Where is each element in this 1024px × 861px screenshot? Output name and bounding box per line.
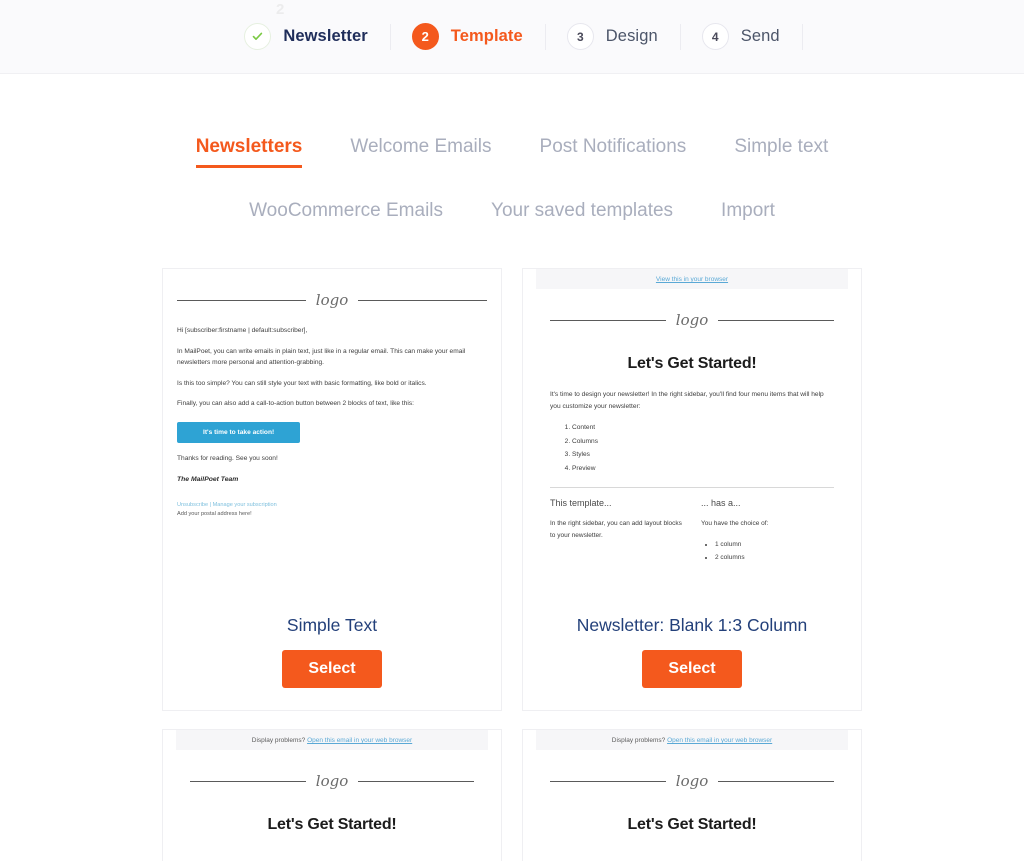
wizard-step-header: 2 Newsletter 2 Template 3 Design 4 Send: [0, 0, 1024, 74]
tab-simple-text[interactable]: Simple text: [710, 136, 852, 168]
email-top-bar: Display problems? Open this email in you…: [536, 730, 848, 750]
template-preview: logo Hi [subscriber:firstname | default:…: [163, 269, 501, 601]
divider-line-right: [358, 299, 487, 301]
email-preview-simple-text: logo Hi [subscriber:firstname | default:…: [163, 269, 501, 519]
list-item: 1 column: [715, 539, 834, 552]
email-heading: Let's Get Started!: [627, 355, 757, 372]
ghost-step-number: 2: [276, 1, 285, 18]
logo-divider: logo: [177, 269, 487, 325]
email-column-left: This template... In the right sidebar, y…: [550, 498, 683, 564]
wizard-step-label: Template: [450, 27, 523, 45]
wizard-step-design[interactable]: 3 Design: [545, 23, 680, 50]
template-card[interactable]: Display problems? Open this email in you…: [522, 729, 862, 861]
select-button[interactable]: Select: [642, 650, 742, 688]
display-problems-text: Display problems?: [251, 737, 306, 744]
email-preview-blank: Display problems? Open this email in you…: [176, 730, 488, 834]
display-problems-text: Display problems?: [611, 737, 666, 744]
list-item: Styles: [572, 448, 834, 462]
divider-line-right: [718, 780, 834, 782]
email-footer: Unsubscribe | Manage your subscription A…: [177, 501, 487, 518]
divider-line-right: [718, 319, 834, 321]
divider-line-left: [190, 780, 306, 782]
column-title: ... has a...: [701, 498, 741, 509]
check-icon: [244, 23, 272, 50]
email-paragraph: In MailPoet, you can write emails in pla…: [177, 347, 466, 367]
template-preview: Display problems? Open this email in you…: [523, 730, 861, 861]
tab-import[interactable]: Import: [697, 200, 799, 232]
tab-welcome-emails[interactable]: Welcome Emails: [326, 136, 515, 168]
template-preview: Display problems? Open this email in you…: [163, 730, 501, 861]
step-number-badge: 3: [566, 23, 594, 50]
tab-woocommerce-emails[interactable]: WooCommerce Emails: [225, 200, 467, 232]
template-card[interactable]: logo Hi [subscriber:firstname | default:…: [162, 268, 502, 711]
email-heading: Let's Get Started!: [627, 816, 757, 833]
logo-text: logo: [675, 772, 709, 790]
logo-text: logo: [315, 291, 349, 309]
logo-text: logo: [315, 772, 349, 790]
logo-divider: logo: [190, 750, 474, 806]
email-footer-link: Unsubscribe | Manage your subscription: [177, 502, 277, 509]
logo-divider: logo: [550, 750, 834, 806]
divider-line-left: [550, 319, 666, 321]
wizard-steps: Newsletter 2 Template 3 Design 4 Send: [222, 23, 801, 50]
email-preview-blank-1-3: View this in your browser logo Let's Get…: [536, 269, 848, 571]
tab-post-notifications[interactable]: Post Notifications: [516, 136, 711, 168]
template-title: Newsletter: Blank 1:3 Column: [576, 615, 808, 635]
wizard-step-send[interactable]: 4 Send: [680, 23, 802, 50]
wizard-step-template[interactable]: 2 Template: [390, 23, 545, 50]
select-button[interactable]: Select: [282, 650, 382, 688]
wizard-step-label: Design: [605, 27, 658, 45]
template-card-footer: Simple Text Select: [163, 601, 501, 710]
tabs-row-primary: Newsletters Welcome Emails Post Notifica…: [0, 136, 1024, 168]
tab-newsletters[interactable]: Newsletters: [172, 136, 327, 168]
template-category-tabs: Newsletters Welcome Emails Post Notifica…: [0, 74, 1024, 232]
column-list: 1 column 2 columns: [715, 539, 834, 564]
wizard-step-label: Newsletter: [283, 27, 368, 45]
divider-line-right: [358, 780, 474, 782]
tabs-row-secondary: WooCommerce Emails Your saved templates …: [0, 200, 1024, 232]
email-column-right: ... has a... You have the choice of: 1 c…: [701, 498, 834, 564]
template-card[interactable]: View this in your browser logo Let's Get…: [522, 268, 862, 711]
list-item: 2 columns: [715, 552, 834, 565]
template-card-footer: Newsletter: Blank 1:3 Column Select: [523, 601, 861, 710]
divider-line-left: [177, 299, 306, 301]
list-item: Content: [572, 421, 834, 435]
column-title: This template...: [550, 498, 612, 509]
list-item: Preview: [572, 462, 834, 476]
column-text: In the right sidebar, you can add layout…: [550, 520, 682, 540]
divider-line-left: [550, 780, 666, 782]
email-cta-button: It's time to take action!: [177, 421, 301, 443]
divider: [550, 487, 834, 489]
logo-text: logo: [675, 311, 709, 329]
template-card[interactable]: Display problems? Open this email in you…: [162, 729, 502, 861]
email-ordered-list: Content Columns Styles Preview: [572, 421, 834, 475]
email-signature: The MailPoet Team: [177, 476, 239, 484]
view-in-browser-link[interactable]: View this in your browser: [656, 276, 728, 283]
wizard-step-label: Send: [740, 27, 780, 45]
email-paragraph: Finally, you can also add a call-to-acti…: [177, 400, 415, 408]
email-intro: It's time to design your newsletter! In …: [550, 391, 824, 410]
email-heading: Let's Get Started!: [267, 816, 397, 833]
wizard-step-newsletter[interactable]: Newsletter: [222, 23, 389, 50]
list-item: Columns: [572, 435, 834, 449]
template-preview: View this in your browser logo Let's Get…: [523, 269, 861, 601]
email-top-bar: Display problems? Open this email in you…: [176, 730, 488, 750]
email-paragraph: Is this too simple? You can still style …: [177, 379, 427, 387]
open-in-browser-link[interactable]: Open this email in your web browser: [307, 737, 412, 744]
column-text: You have the choice of:: [701, 520, 769, 528]
email-two-columns: This template... In the right sidebar, y…: [550, 498, 834, 570]
open-in-browser-link[interactable]: Open this email in your web browser: [667, 737, 772, 744]
email-top-bar: View this in your browser: [536, 269, 848, 289]
step-number-badge: 4: [701, 23, 729, 50]
email-preview-blank: Display problems? Open this email in you…: [536, 730, 848, 834]
template-title: Simple Text: [286, 615, 378, 635]
email-footer-address: Add your postal address here!: [177, 510, 252, 517]
step-number-badge: 2: [411, 23, 439, 50]
email-closing: Thanks for reading. See you soon!: [177, 454, 278, 462]
tab-your-saved-templates[interactable]: Your saved templates: [467, 200, 697, 232]
logo-divider: logo: [550, 289, 834, 345]
template-grid: logo Hi [subscriber:firstname | default:…: [162, 268, 862, 861]
email-greeting: Hi [subscriber:firstname | default:subsc…: [177, 327, 308, 334]
